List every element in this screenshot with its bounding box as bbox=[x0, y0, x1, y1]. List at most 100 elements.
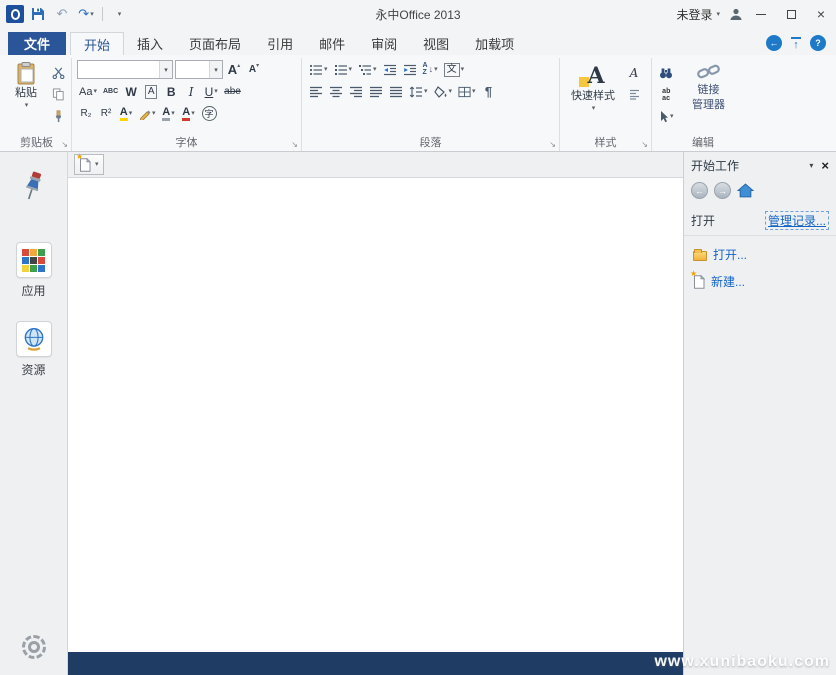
tab-page-layout[interactable]: 页面布局 bbox=[176, 32, 254, 55]
font-dialog-launcher[interactable]: ↘ bbox=[291, 140, 298, 149]
back-circle-icon[interactable]: ← bbox=[766, 35, 782, 51]
justify-icon bbox=[369, 86, 383, 98]
asian-layout-button[interactable]: 文▾ bbox=[442, 60, 467, 79]
document-tab[interactable]: ★ ▾ bbox=[74, 154, 104, 175]
subscript-button[interactable]: R₂ bbox=[77, 104, 95, 123]
sidebar-item-apps[interactable]: 应用 bbox=[16, 242, 52, 299]
group-clipboard: 粘贴 ▾ 剪贴板 ↘ bbox=[2, 58, 72, 151]
replace-button[interactable]: abac bbox=[657, 85, 676, 104]
show-marks-button[interactable]: ¶ bbox=[480, 82, 498, 101]
tab-file[interactable]: 文件 bbox=[8, 32, 66, 55]
app-logo-icon[interactable] bbox=[6, 5, 24, 23]
copy-button[interactable] bbox=[49, 85, 67, 104]
align-left-button[interactable] bbox=[307, 82, 325, 101]
clipboard-dialog-launcher[interactable]: ↘ bbox=[61, 140, 68, 149]
borders-button[interactable]: ▾ bbox=[456, 82, 478, 101]
taskpane-menu-button[interactable]: ▾ bbox=[809, 161, 813, 170]
open-section-row: 打开 管理记录... bbox=[684, 205, 836, 236]
save-button[interactable] bbox=[28, 4, 48, 24]
style-set-button[interactable] bbox=[625, 85, 643, 104]
tab-insert[interactable]: 插入 bbox=[124, 32, 176, 55]
italic-button[interactable]: I bbox=[182, 82, 200, 101]
highlight-color-button[interactable]: A▾ bbox=[117, 104, 135, 123]
maximize-button[interactable] bbox=[776, 0, 806, 28]
paragraph-dialog-launcher[interactable]: ↘ bbox=[549, 140, 556, 149]
tab-references[interactable]: 引用 bbox=[254, 32, 306, 55]
chevron-down-icon[interactable]: ▾ bbox=[95, 161, 99, 168]
chevron-down-icon[interactable]: ▾ bbox=[209, 61, 222, 78]
justify-button[interactable] bbox=[367, 82, 385, 101]
undo-button[interactable]: ↶ bbox=[52, 4, 72, 24]
pushpin-icon[interactable] bbox=[22, 170, 46, 202]
enclose-characters-button[interactable]: 字 bbox=[200, 104, 219, 123]
new-document-link[interactable]: ★ 新建... bbox=[684, 263, 836, 290]
underline-button[interactable]: U▾ bbox=[202, 82, 220, 101]
shrink-font-button[interactable]: A▾ bbox=[245, 60, 263, 79]
tab-review[interactable]: 审阅 bbox=[358, 32, 410, 55]
grow-font-button[interactable]: A▴ bbox=[225, 60, 243, 79]
tab-mailings[interactable]: 邮件 bbox=[306, 32, 358, 55]
select-button[interactable]: ▾ bbox=[657, 107, 676, 126]
nav-back-button[interactable]: ← bbox=[691, 182, 708, 199]
align-right-button[interactable] bbox=[347, 82, 365, 101]
sidebar-item-resources[interactable]: 资源 bbox=[16, 321, 52, 378]
taskpane-close-button[interactable]: × bbox=[821, 158, 829, 173]
open-file-link[interactable]: 打开... bbox=[684, 236, 836, 263]
increase-indent-button[interactable] bbox=[401, 60, 419, 79]
redo-button[interactable]: ↷▾ bbox=[76, 4, 96, 24]
styles-dialog-launcher[interactable]: ↘ bbox=[641, 140, 648, 149]
tab-addins[interactable]: 加载项 bbox=[462, 32, 527, 55]
format-painter-button[interactable] bbox=[49, 107, 67, 126]
find-button[interactable] bbox=[657, 63, 676, 82]
font-name-select[interactable]: ▾ bbox=[77, 60, 173, 79]
character-shading-button[interactable]: A▾ bbox=[160, 104, 178, 123]
superscript-button[interactable]: R² bbox=[97, 104, 115, 123]
chevron-down-icon[interactable]: ▾ bbox=[159, 61, 172, 78]
qat-customize-button[interactable]: ▾ bbox=[109, 4, 129, 24]
styles-pane-button[interactable]: A bbox=[625, 63, 643, 82]
bullets-button[interactable]: ▾ bbox=[307, 60, 330, 79]
close-button[interactable]: × bbox=[806, 0, 836, 28]
cut-button[interactable] bbox=[49, 63, 67, 82]
shading-button[interactable]: ▾ bbox=[432, 82, 455, 101]
link-manager-button[interactable]: 链接 管理器 bbox=[680, 60, 738, 126]
quick-styles-button[interactable]: A 快速样式 ▾ bbox=[565, 60, 621, 112]
distribute-button[interactable] bbox=[387, 82, 405, 101]
paste-button[interactable]: 粘贴 ▾ bbox=[7, 60, 45, 126]
user-button[interactable] bbox=[726, 4, 746, 24]
account-button[interactable]: 未登录▾ bbox=[670, 6, 726, 23]
line-spacing-button[interactable]: ▾ bbox=[407, 82, 430, 101]
change-case-button[interactable]: Aa▾ bbox=[77, 82, 99, 101]
collapse-top-icon[interactable]: ↑ bbox=[791, 37, 801, 50]
ribbon: 粘贴 ▾ 剪贴板 ↘ ▾ bbox=[0, 55, 836, 152]
align-center-button[interactable] bbox=[327, 82, 345, 101]
pencil-annotate-button[interactable]: ▾ bbox=[137, 104, 158, 123]
titlebar-right: 未登录▾ × bbox=[670, 0, 836, 28]
manage-records-link[interactable]: 管理记录... bbox=[765, 211, 829, 230]
document-canvas[interactable] bbox=[68, 178, 683, 652]
folder-icon bbox=[693, 251, 707, 261]
sort-az-icon: AZ bbox=[423, 63, 428, 76]
strikethrough-button[interactable]: abe bbox=[222, 82, 243, 101]
tab-home[interactable]: 开始 bbox=[70, 32, 124, 55]
main-area: 应用 资源 ★ ▾ 开始工作 ▾ × bbox=[0, 152, 836, 675]
help-icon[interactable]: ? bbox=[810, 35, 826, 51]
tab-view[interactable]: 视图 bbox=[410, 32, 462, 55]
multilevel-list-button[interactable]: ▾ bbox=[356, 60, 379, 79]
font-size-select[interactable]: ▾ bbox=[175, 60, 223, 79]
decrease-indent-button[interactable] bbox=[381, 60, 399, 79]
editing-group-label: 编辑 bbox=[652, 134, 754, 150]
character-border-button[interactable]: A bbox=[142, 82, 160, 101]
font-color-button[interactable]: A▾ bbox=[180, 104, 198, 123]
settings-gear-icon[interactable] bbox=[22, 635, 46, 659]
phonetic-guide-button[interactable]: ABC bbox=[101, 82, 120, 101]
nav-forward-button[interactable]: → bbox=[714, 182, 731, 199]
copy-icon bbox=[52, 88, 65, 101]
minimize-button[interactable] bbox=[746, 0, 776, 28]
sort-button[interactable]: AZ ↓ ▾ bbox=[421, 60, 440, 79]
redo-icon: ↷ bbox=[78, 6, 89, 22]
art-text-button[interactable]: W bbox=[122, 82, 140, 101]
bold-button[interactable]: B bbox=[162, 82, 180, 101]
numbering-button[interactable]: ▾ bbox=[332, 60, 355, 79]
home-icon[interactable] bbox=[737, 183, 754, 198]
